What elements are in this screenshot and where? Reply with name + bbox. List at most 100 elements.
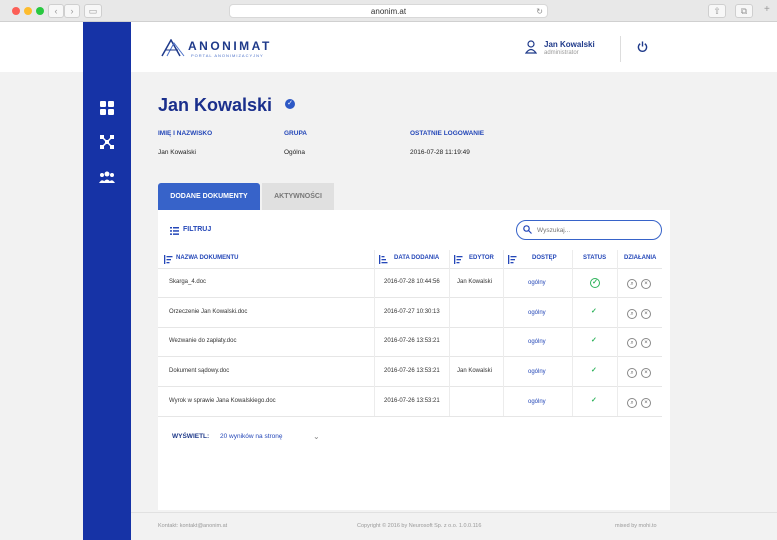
close-window-button[interactable] [12, 7, 20, 15]
footer-copyright: Copyright © 2016 by Neurosoft Sp. z o.o.… [357, 523, 482, 529]
new-tab-icon[interactable]: + [764, 4, 770, 15]
sort-icon[interactable] [164, 255, 173, 264]
tab-added-documents[interactable]: DODANE DOKUMENTY [158, 183, 260, 210]
delete-icon[interactable]: × [641, 338, 651, 348]
tabs-icon[interactable]: ⧉ [735, 4, 753, 18]
column-header-status: STATUS [583, 255, 607, 261]
document-access[interactable]: ogólny [528, 310, 546, 316]
column-divider [503, 250, 504, 416]
field-value-last-login: 2016-07-28 11:19:49 [410, 149, 470, 156]
chevron-down-icon[interactable]: ⌄ [313, 432, 320, 441]
document-editor: Jan Kowalski [457, 279, 493, 285]
footer-contact[interactable]: Kontakt: kontakt@anonim.at [158, 523, 227, 529]
document-name[interactable]: Orzeczenie Jan Kowalski.doc [169, 309, 247, 315]
document-name[interactable]: Skarga_4.doc [169, 279, 206, 285]
column-divider [449, 250, 450, 416]
browser-chrome: ‹ › ▭ anonim.at ↻ ⇧ ⧉ + [0, 0, 777, 22]
delete-icon[interactable]: × [641, 368, 651, 378]
verified-icon: ✓ [285, 99, 295, 109]
table-divider [158, 386, 662, 387]
logo-tagline: PORTAL ANONIMIZACYJNY [191, 53, 264, 58]
document-date: 2016-07-26 13:53:21 [384, 398, 440, 404]
page-size-label: WYŚWIETL: [172, 433, 210, 440]
delete-icon[interactable]: × [641, 398, 651, 408]
document-access[interactable]: ogólny [528, 369, 546, 375]
minimize-window-button[interactable] [24, 7, 32, 15]
column-divider [572, 250, 573, 416]
share-icon[interactable]: ⇧ [708, 4, 726, 18]
document-name[interactable]: Wyrok w sprawie Jana Kowalskiego.doc [169, 398, 276, 404]
forward-button[interactable]: › [64, 4, 80, 18]
url-text: anonim.at [370, 7, 407, 16]
document-name[interactable]: Wezwanie do zapłaty.doc [169, 338, 236, 344]
preview-icon[interactable]: ⌕ [627, 338, 637, 348]
document-access[interactable]: ogólny [528, 399, 546, 405]
column-header-actions: DZIAŁANIA [624, 255, 657, 261]
preview-icon[interactable]: ⌕ [627, 279, 637, 289]
status-ok-icon: ✓ [591, 397, 597, 404]
field-label-name: IMIĘ I NAZWISKO [158, 130, 213, 137]
maximize-window-button[interactable] [36, 7, 44, 15]
column-header-date[interactable]: DATA DODANIA [394, 255, 439, 261]
table-divider [158, 297, 662, 298]
logo-mark-icon [161, 39, 185, 57]
table-divider [158, 327, 662, 328]
tab-activities[interactable]: AKTYWNOŚCI [262, 183, 334, 210]
column-divider [374, 250, 375, 416]
document-access[interactable]: ogólny [528, 280, 546, 286]
field-label-group: GRUPA [284, 130, 307, 137]
search-box[interactable] [516, 220, 662, 240]
sidebar-toggle-icon[interactable]: ▭ [84, 4, 102, 18]
document-date: 2016-07-26 13:53:21 [384, 368, 440, 374]
filter-icon[interactable] [170, 227, 179, 235]
document-date: 2016-07-27 10:30:13 [384, 309, 440, 315]
footer-credit[interactable]: mixed by mohi.to [615, 523, 657, 529]
power-icon[interactable] [637, 41, 648, 52]
document-date: 2016-07-28 10:44:56 [384, 279, 440, 285]
filter-button[interactable]: FILTRUJ [183, 226, 211, 233]
search-icon [523, 225, 532, 234]
preview-icon[interactable]: ⌕ [627, 398, 637, 408]
logo[interactable]: ANONIMAT PORTAL ANONIMIZACYJNY [160, 37, 280, 61]
status-ok-icon: ✓ [591, 337, 597, 344]
document-name[interactable]: Dokument sądowy.doc [169, 368, 229, 374]
reload-icon[interactable]: ↻ [536, 5, 543, 18]
sort-icon[interactable] [508, 255, 517, 264]
status-ok-icon: ✓ [591, 308, 597, 315]
delete-icon[interactable]: × [641, 309, 651, 319]
footer-divider [131, 512, 777, 513]
user-name[interactable]: Jan Kowalski [544, 40, 595, 49]
sort-icon[interactable] [454, 255, 463, 264]
page-title: Jan Kowalski [158, 95, 273, 115]
document-editor: Jan Kowalski [457, 368, 493, 374]
preview-icon[interactable]: ⌕ [627, 309, 637, 319]
document-date: 2016-07-26 13:53:21 [384, 338, 440, 344]
back-button[interactable]: ‹ [48, 4, 64, 18]
status-ok-icon: ✓ [591, 367, 597, 374]
search-input[interactable] [537, 224, 655, 236]
field-value-name: Jan Kowalski [158, 149, 196, 156]
delete-icon[interactable]: × [641, 279, 651, 289]
table-divider [158, 268, 662, 269]
address-bar[interactable]: anonim.at ↻ [229, 4, 548, 18]
user-icon[interactable] [525, 40, 537, 54]
field-label-last-login: OSTATNIE LOGOWANIE [410, 130, 485, 137]
column-header-access: DOSTĘP [532, 255, 557, 261]
sidebar [83, 22, 131, 540]
user-role: administrator [544, 50, 579, 56]
dashboard-icon[interactable] [99, 100, 115, 116]
page-size-select[interactable]: 20 wyników na stronę [220, 433, 283, 440]
document-access[interactable]: ogólny [528, 339, 546, 345]
logo-text: ANONIMAT [188, 39, 272, 53]
users-group-icon[interactable] [99, 169, 115, 185]
network-icon[interactable] [99, 134, 115, 150]
table-divider [158, 416, 662, 417]
preview-icon[interactable]: ⌕ [627, 368, 637, 378]
header-divider [620, 36, 621, 62]
column-header-name[interactable]: NAZWA DOKUMENTU [176, 255, 238, 261]
field-value-group: Ogólna [284, 149, 305, 156]
sort-icon[interactable] [379, 255, 388, 264]
table-divider [158, 356, 662, 357]
column-header-editor[interactable]: EDYTOR [469, 255, 494, 261]
column-divider [617, 250, 618, 416]
